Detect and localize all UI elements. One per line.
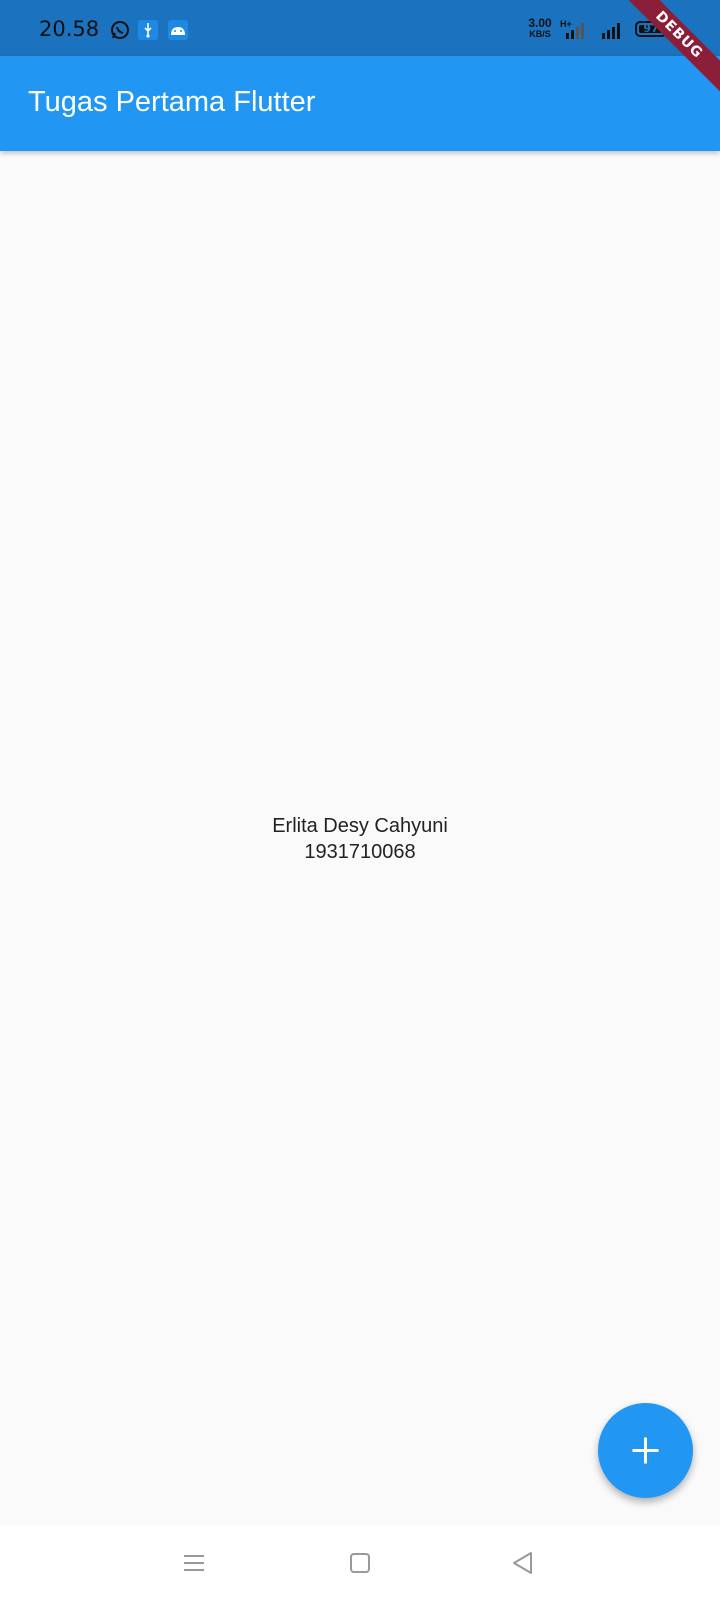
plus-icon — [632, 1437, 659, 1464]
net-speed-indicator: 3.00 KB/S — [524, 16, 556, 40]
menu-icon — [184, 1555, 204, 1571]
back-button[interactable] — [508, 1548, 538, 1578]
debug-banner-label: DEBUG — [618, 0, 720, 96]
home-button[interactable] — [345, 1548, 375, 1578]
add-button[interactable] — [598, 1403, 693, 1498]
status-time: 20.58 — [39, 17, 100, 41]
home-icon — [350, 1553, 370, 1573]
net-speed-unit: KB/S — [529, 29, 551, 39]
student-name: Erlita Desy Cahyuni — [272, 815, 448, 837]
debug-banner: DEBUG — [610, 0, 720, 110]
system-nav-bar — [0, 1525, 720, 1600]
whatsapp-icon — [110, 20, 130, 42]
android-icon — [168, 20, 188, 42]
app-screen: 20.58 3.00 KB/S H+ 97 DEBUG Tugas Pertam… — [0, 0, 720, 1600]
signal-icon: H+ — [560, 19, 592, 41]
net-speed-value: 3.00 — [528, 16, 552, 30]
usb-icon — [138, 20, 158, 42]
back-icon — [513, 1552, 532, 1574]
main-content: Erlita Desy Cahyuni 1931710068 — [0, 151, 720, 1525]
info-text: Erlita Desy Cahyuni 1931710068 — [0, 813, 720, 865]
student-id: 1931710068 — [304, 841, 416, 863]
page-title: Tugas Pertama Flutter — [28, 86, 316, 118]
menu-button[interactable] — [179, 1548, 209, 1578]
network-type-label: H+ — [560, 19, 572, 29]
